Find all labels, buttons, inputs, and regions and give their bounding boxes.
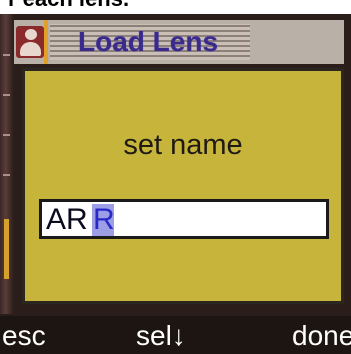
select-softkey[interactable]: sel↓ (136, 318, 186, 354)
caption-text: r each lens. (8, 0, 129, 12)
cursor-character: R (93, 203, 115, 236)
strip-tick (3, 174, 10, 176)
left-scroll-strip (0, 14, 14, 314)
title-bar: Load Lens (14, 20, 344, 64)
softkey-bar: esc sel↓ done (0, 316, 351, 354)
dialog-label: set name (123, 129, 243, 161)
done-softkey[interactable]: done (292, 318, 351, 354)
device-screen: r each lens. Load Lens set name AR R esc… (0, 0, 351, 354)
text-cursor: R (92, 203, 115, 236)
page-caption: r each lens. (0, 0, 351, 14)
user-icon-body (20, 42, 41, 56)
esc-softkey[interactable]: esc (2, 318, 46, 354)
name-input-value: AR (46, 203, 88, 236)
title-divider (44, 20, 48, 64)
screen-title: Load Lens (78, 26, 219, 57)
strip-tick (3, 134, 10, 136)
name-input[interactable]: AR R (39, 199, 329, 239)
user-icon-head (25, 29, 37, 40)
scroll-indicator (4, 219, 9, 279)
strip-tick (3, 94, 10, 96)
strip-tick (3, 54, 10, 56)
set-name-dialog: set name AR R (22, 68, 344, 304)
user-icon (16, 26, 44, 58)
